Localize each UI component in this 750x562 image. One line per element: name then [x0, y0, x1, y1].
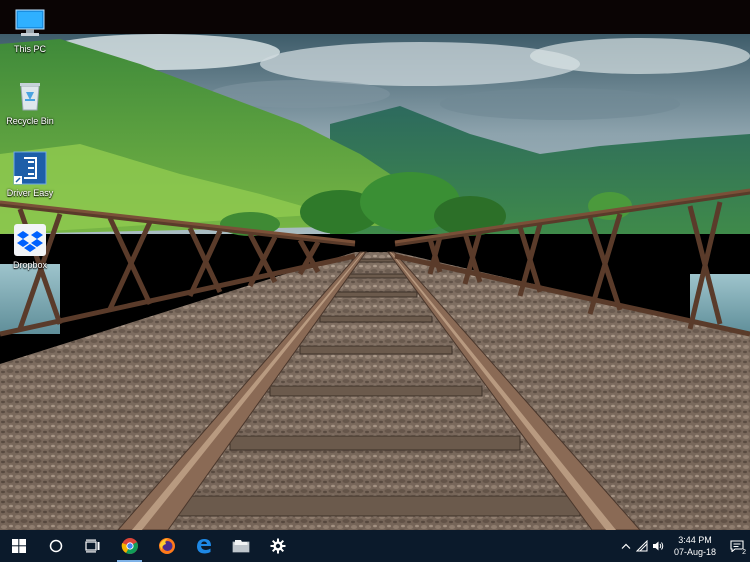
clock-time: 3:44 PM	[678, 535, 712, 545]
taskbar: 3:44 PM 07-Aug-18 2	[0, 530, 750, 562]
folder-icon	[232, 540, 249, 553]
volume-button[interactable]	[650, 530, 666, 562]
top-band	[0, 0, 750, 34]
firefox-icon	[158, 538, 175, 554]
driver-easy-icon	[12, 150, 48, 186]
computer-icon	[12, 6, 48, 42]
gear-icon	[270, 538, 285, 554]
wifi-icon	[636, 540, 648, 552]
desktop-icon-dropbox[interactable]: Dropbox	[4, 222, 56, 271]
settings-button[interactable]	[259, 530, 296, 562]
desktop-screen: This PC Recycle Bin Driver Easy Dropbox …	[0, 0, 750, 562]
wallpaper-image	[0, 34, 750, 530]
speaker-icon	[653, 541, 664, 551]
edge-button[interactable]	[185, 530, 222, 562]
desktop-icon-label: Dropbox	[12, 260, 48, 270]
file-explorer-button[interactable]	[222, 530, 259, 562]
desktop-icon-recycle-bin[interactable]: Recycle Bin	[4, 78, 56, 127]
cortana-search-button[interactable]	[37, 530, 74, 562]
clock-date: 07-Aug-18	[673, 547, 717, 557]
desktop-icon-driver-easy[interactable]: Driver Easy	[4, 150, 56, 199]
system-tray: 3:44 PM 07-Aug-18 2	[618, 530, 750, 562]
start-button[interactable]	[0, 530, 37, 562]
desktop-wallpaper[interactable]	[0, 34, 750, 530]
chrome-icon	[121, 538, 138, 554]
taskbar-clock[interactable]: 3:44 PM 07-Aug-18	[668, 534, 722, 558]
edge-icon	[196, 539, 211, 554]
action-center-button[interactable]: 2	[724, 530, 750, 562]
desktop-icon-label: Driver Easy	[6, 188, 54, 198]
task-view-icon	[84, 539, 99, 553]
search-circle-icon	[49, 539, 62, 553]
notification-count-badge: 2	[742, 549, 746, 557]
desktop-icon-this-pc[interactable]: This PC	[4, 6, 56, 55]
firefox-button[interactable]	[148, 530, 185, 562]
dropbox-icon	[12, 222, 48, 258]
task-view-button[interactable]	[74, 530, 111, 562]
show-hidden-icons-button[interactable]	[618, 530, 634, 562]
recycle-bin-icon	[12, 78, 48, 114]
desktop-icon-label: This PC	[13, 44, 46, 54]
windows-logo-icon	[11, 539, 26, 553]
desktop-icon-label: Recycle Bin	[6, 116, 54, 126]
chevron-up-icon	[621, 543, 631, 549]
network-button[interactable]	[634, 530, 650, 562]
chrome-button[interactable]	[111, 530, 148, 562]
